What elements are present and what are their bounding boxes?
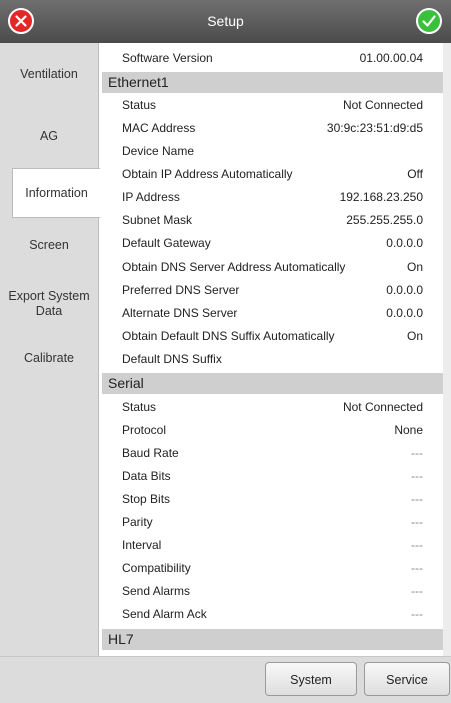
row-value: Off: [407, 167, 423, 181]
info-row: Interval ---: [122, 534, 423, 557]
row-value: 0.0.0.0: [386, 283, 423, 297]
row-value: ---: [411, 492, 423, 506]
row-label: Obtain IP Address Automatically: [122, 167, 293, 181]
row-label: Interval: [122, 538, 162, 552]
row-label: Preferred DNS Server: [122, 283, 240, 297]
title-bar: Setup: [0, 0, 451, 43]
confirm-button[interactable]: [416, 8, 442, 34]
sidebar-item-screen[interactable]: Screen: [0, 238, 98, 253]
section-header-ethernet: Ethernet1: [102, 72, 443, 93]
row-label: Alternate DNS Server: [122, 306, 238, 320]
system-button[interactable]: System: [265, 662, 357, 696]
row-label: Send Alarm Ack: [122, 607, 207, 621]
row-value: 01.00.00.04: [359, 51, 423, 65]
row-value: ---: [411, 446, 423, 460]
row-value: 192.168.23.250: [339, 190, 423, 204]
info-row: Obtain DNS Server Address Automatically …: [122, 256, 423, 279]
row-label: IP Address: [122, 190, 180, 204]
info-row: Compatibility ---: [122, 557, 423, 580]
row-value: ---: [411, 607, 423, 621]
info-row: Subnet Mask 255.255.255.0: [122, 209, 423, 232]
information-panel: Software Version 01.00.00.04 Ethernet1 S…: [100, 43, 443, 656]
row-label: Status: [122, 400, 157, 414]
sidebar-item-export-system-data[interactable]: Export System Data: [0, 289, 98, 319]
row-value: Not Connected: [342, 98, 423, 112]
row-label: Stop Bits: [122, 492, 171, 506]
row-value: 30:9c:23:51:d9:d5: [326, 121, 423, 135]
info-row: Send Alarms ---: [122, 580, 423, 603]
service-button[interactable]: Service: [364, 662, 450, 696]
row-label: Obtain Default DNS Suffix Automatically: [122, 329, 335, 343]
row-value: Not Connected: [342, 400, 423, 414]
row-label: Compatibility: [122, 561, 191, 575]
sidebar-item-information[interactable]: Information: [12, 168, 100, 218]
checkmark-icon: [422, 15, 436, 27]
row-label: Send Alarms: [122, 584, 191, 598]
row-value: On: [406, 329, 423, 343]
info-row: Data Bits ---: [122, 465, 423, 488]
row-value: ---: [411, 515, 423, 529]
row-value: ---: [411, 584, 423, 598]
info-row: IP Address 192.168.23.250: [122, 186, 423, 209]
row-label: Device Name: [122, 144, 195, 158]
info-row: Default Gateway 0.0.0.0: [122, 232, 423, 255]
info-row: Alternate DNS Server 0.0.0.0: [122, 302, 423, 325]
row-value: On: [406, 260, 423, 274]
window-title: Setup: [207, 13, 244, 29]
info-row: Status Not Connected: [122, 94, 423, 117]
row-value: None: [394, 423, 423, 437]
info-row: Default DNS Suffix: [122, 348, 423, 371]
info-row: Obtain IP Address Automatically Off: [122, 163, 423, 186]
row-label: Subnet Mask: [122, 213, 193, 227]
row-value: ---: [411, 469, 423, 483]
cancel-button[interactable]: [8, 8, 34, 34]
row-label: Baud Rate: [122, 446, 179, 460]
row-value: 0.0.0.0: [386, 306, 423, 320]
info-row: Obtain Default DNS Suffix Automatically …: [122, 325, 423, 348]
row-label: Data Bits: [122, 469, 171, 483]
info-row: Software Version 01.00.00.04: [122, 47, 423, 70]
row-label: Obtain DNS Server Address Automatically: [122, 260, 346, 274]
row-label: Protocol: [122, 423, 167, 437]
sidebar-item-ag[interactable]: AG: [0, 129, 98, 144]
row-label: Status: [122, 98, 157, 112]
info-row: Status Not Connected: [122, 396, 423, 419]
row-value: 255.255.255.0: [346, 213, 423, 227]
setup-window: Setup Ventilation AG Information Screen …: [0, 0, 451, 703]
scrollbar[interactable]: [443, 43, 451, 659]
sidebar: Ventilation AG Information Screen Export…: [0, 43, 100, 659]
close-icon: [15, 15, 27, 27]
row-value: 0.0.0.0: [386, 236, 423, 250]
info-row: Preferred DNS Server 0.0.0.0: [122, 279, 423, 302]
row-label: Default DNS Suffix: [122, 352, 222, 366]
info-row: Protocol None: [122, 419, 423, 442]
row-label: Parity: [122, 515, 153, 529]
info-row: Stop Bits ---: [122, 488, 423, 511]
row-label: Software Version: [122, 51, 213, 65]
info-row: Parity ---: [122, 511, 423, 534]
info-row: Send Alarm Ack ---: [122, 603, 423, 626]
info-row: Baud Rate ---: [122, 442, 423, 465]
row-value: ---: [411, 538, 423, 552]
sidebar-item-ventilation[interactable]: Ventilation: [0, 67, 98, 82]
row-value: ---: [411, 561, 423, 575]
row-label: Default Gateway: [122, 236, 211, 250]
section-header-serial: Serial: [102, 373, 443, 394]
sidebar-item-calibrate[interactable]: Calibrate: [0, 351, 98, 366]
info-row: MAC Address 30:9c:23:51:d9:d5: [122, 117, 423, 140]
row-label: MAC Address: [122, 121, 196, 135]
footer-bar: System Service: [0, 656, 451, 703]
info-row: Device Name: [122, 140, 423, 163]
section-header-hl7: HL7: [102, 629, 443, 650]
